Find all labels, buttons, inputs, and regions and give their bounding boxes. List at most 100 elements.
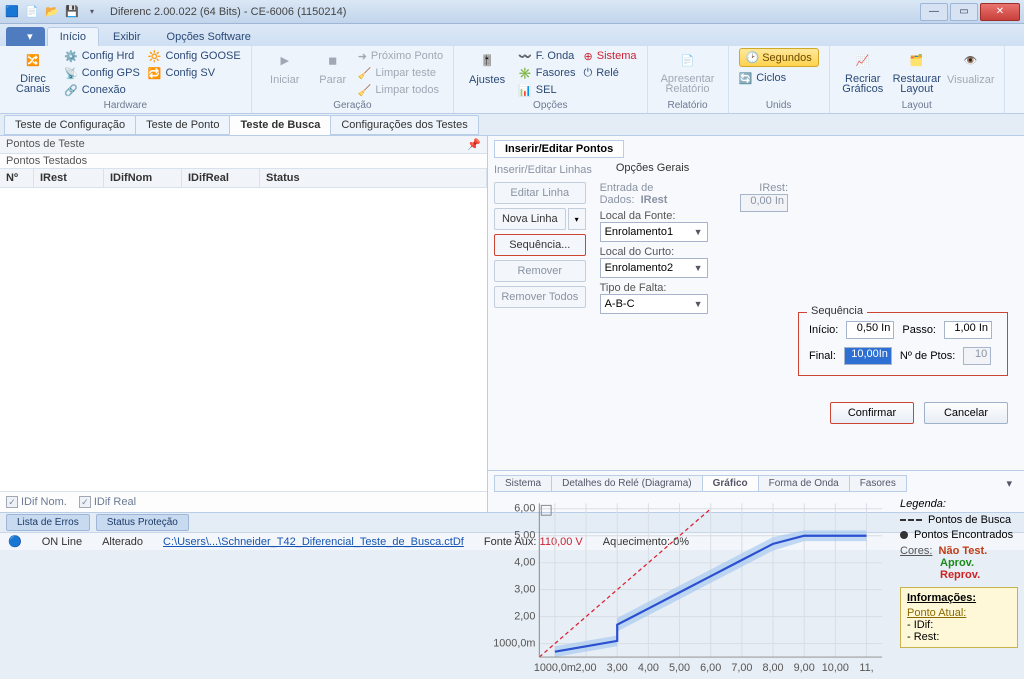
chart-refresh-icon: 📈 bbox=[851, 48, 875, 72]
chart-tab-fasores[interactable]: Fasores bbox=[849, 475, 907, 492]
final-input[interactable]: 10,00In bbox=[844, 347, 892, 365]
legend-pontos-encontrados: Pontos Encontrados bbox=[900, 529, 1018, 541]
chart-svg: 1000,0m2,003,004,005,006,001000,0m2,003,… bbox=[494, 496, 888, 676]
rele-button[interactable]: ⏻Relé bbox=[584, 65, 637, 81]
chevron-down-icon: ▼ bbox=[694, 263, 703, 273]
col-idifreal[interactable]: IDifReal bbox=[182, 169, 260, 187]
info-idif: - IDif: bbox=[907, 619, 1011, 631]
chart-tabs-more-icon[interactable]: ▾ bbox=[1000, 475, 1018, 492]
ajustes-button[interactable]: 🎚️Ajustes bbox=[464, 48, 510, 86]
col-idifnom[interactable]: IDifNom bbox=[104, 169, 182, 187]
direc-canais-button[interactable]: 🔀Direc Canais bbox=[10, 48, 56, 94]
legend-pontos-busca: Pontos de Busca bbox=[900, 514, 1018, 526]
entrada-dados-value: IRest bbox=[641, 194, 668, 206]
svg-text:6,00: 6,00 bbox=[700, 662, 721, 674]
local-curto-select[interactable]: Enrolamento2▼ bbox=[600, 258, 708, 278]
minimize-button[interactable]: — bbox=[920, 3, 948, 21]
svg-text:3,00: 3,00 bbox=[514, 584, 535, 596]
group-geracao-label: Geração bbox=[262, 100, 443, 113]
sistema-button[interactable]: ⊕Sistema bbox=[584, 48, 637, 64]
bottom-tab-erros[interactable]: Lista de Erros bbox=[6, 514, 90, 531]
sel-button[interactable]: 📊SEL bbox=[518, 82, 575, 98]
bottom-tab-protecao[interactable]: Status Proteção bbox=[96, 514, 189, 531]
fasores-button[interactable]: ✳️Fasores bbox=[518, 65, 575, 81]
tab-inicio[interactable]: Início bbox=[47, 27, 99, 46]
subtab-config-testes[interactable]: Configurações dos Testes bbox=[330, 115, 478, 135]
next-icon: ➜ bbox=[358, 50, 367, 63]
status-alterado: Alterado bbox=[102, 536, 143, 548]
broom-all-icon: 🧹 bbox=[358, 84, 372, 97]
group-hardware-label: Hardware bbox=[10, 100, 241, 113]
passo-input[interactable]: 1,00 In bbox=[944, 321, 992, 339]
window-title: Diferenc 2.00.022 (64 Bits) - CE-6006 (1… bbox=[100, 6, 918, 18]
tipo-falta-select[interactable]: A-B-C▼ bbox=[600, 294, 708, 314]
info-box: Informações: Ponto Atual: - IDif: - Rest… bbox=[900, 587, 1018, 648]
subtab-configuracao[interactable]: Teste de Configuração bbox=[4, 115, 136, 135]
chart-area[interactable]: 1000,0m2,003,004,005,006,001000,0m2,003,… bbox=[488, 492, 894, 678]
iniciar-button[interactable]: ▶Iniciar bbox=[262, 48, 308, 86]
pin-icon[interactable]: 📌 bbox=[467, 138, 481, 151]
cancelar-button[interactable]: Cancelar bbox=[924, 402, 1008, 424]
chart-tab-detalhes[interactable]: Detalhes do Relé (Diagrama) bbox=[551, 475, 703, 492]
svg-text:1000,0m: 1000,0m bbox=[494, 638, 535, 650]
group-unids-label: Unids bbox=[739, 100, 819, 113]
svg-text:7,00: 7,00 bbox=[731, 662, 752, 674]
restaurar-layout-button[interactable]: 🗂️Restaurar Layout bbox=[894, 48, 940, 94]
col-irest[interactable]: IRest bbox=[34, 169, 104, 187]
save-icon[interactable]: 💾 bbox=[64, 4, 80, 20]
subtab-ponto[interactable]: Teste de Ponto bbox=[135, 115, 230, 135]
tab-inserir-pontos[interactable]: Inserir/Editar Pontos bbox=[494, 140, 624, 158]
sel-icon: 📊 bbox=[518, 84, 532, 97]
col-n[interactable]: Nº bbox=[0, 169, 34, 187]
direc-canais-label: Direc Canais bbox=[10, 74, 56, 94]
chart-tab-onda[interactable]: Forma de Onda bbox=[758, 475, 850, 492]
inicio-input[interactable]: 0,50 In bbox=[846, 321, 894, 339]
fonda-button[interactable]: 〰️F. Onda bbox=[518, 48, 575, 64]
close-button[interactable]: ✕ bbox=[980, 3, 1020, 21]
local-fonte-select[interactable]: Enrolamento1▼ bbox=[600, 222, 708, 242]
chart-tab-sistema[interactable]: Sistema bbox=[494, 475, 552, 492]
recriar-graficos-button[interactable]: 📈Recriar Gráficos bbox=[840, 48, 886, 94]
limpar-teste-button: 🧹Limpar teste bbox=[358, 65, 443, 81]
maximize-button[interactable]: ▭ bbox=[950, 3, 978, 21]
tab-exibir[interactable]: Exibir bbox=[101, 28, 153, 46]
svg-text:5,00: 5,00 bbox=[514, 530, 535, 542]
confirmar-button[interactable]: Confirmar bbox=[830, 402, 914, 424]
sequencia-button[interactable]: Sequência... bbox=[494, 234, 586, 256]
config-hrd-button[interactable]: ⚙️Config Hrd bbox=[64, 48, 140, 64]
config-sv-button[interactable]: 🔁Config SV bbox=[148, 65, 241, 81]
passo-label: Passo: bbox=[902, 324, 936, 336]
config-gps-button[interactable]: 📡Config GPS bbox=[64, 65, 140, 81]
chart-tab-grafico[interactable]: Gráfico bbox=[702, 475, 759, 492]
segundos-button[interactable]: 🕑Segundos bbox=[739, 48, 819, 67]
limpar-todos-button: 🧹Limpar todos bbox=[358, 82, 443, 98]
group-layout-label: Layout bbox=[840, 100, 994, 113]
visualizar-button[interactable]: 👁️Visualizar bbox=[948, 48, 994, 86]
app-icon: 🟦 bbox=[4, 4, 20, 20]
config-goose-button[interactable]: 🔆Config GOOSE bbox=[148, 48, 241, 64]
nova-linha-button[interactable]: Nova Linha bbox=[494, 208, 566, 230]
status-file-link[interactable]: C:\Users\...\Schneider_T42_Diferencial_T… bbox=[163, 536, 464, 548]
sequencia-groupbox: Sequência Início: 0,50 In Passo: 1,00 In… bbox=[798, 312, 1008, 376]
tipo-falta-label: Tipo de Falta: bbox=[600, 282, 708, 294]
info-rest: - Rest: bbox=[907, 631, 1011, 643]
conexao-button[interactable]: 🔗Conexão bbox=[64, 82, 140, 98]
open-icon[interactable]: 📂 bbox=[44, 4, 60, 20]
ciclos-button[interactable]: 🔄Ciclos bbox=[739, 70, 819, 86]
col-status[interactable]: Status bbox=[260, 169, 487, 187]
chevron-down-icon: ▾ bbox=[575, 215, 579, 224]
irest-value: 0,00 In bbox=[740, 194, 788, 212]
eye-icon: 👁️ bbox=[959, 48, 983, 72]
subtab-busca[interactable]: Teste de Busca bbox=[229, 115, 331, 135]
svg-text:2,00: 2,00 bbox=[576, 662, 597, 674]
nova-linha-dropdown[interactable]: ▾ bbox=[568, 208, 586, 230]
file-tab[interactable]: ▾ bbox=[6, 27, 45, 46]
sv-icon: 🔁 bbox=[148, 67, 162, 80]
qat-dropdown-icon[interactable]: ▾ bbox=[84, 4, 100, 20]
svg-text:4,00: 4,00 bbox=[638, 662, 659, 674]
chevron-down-icon: ▼ bbox=[694, 227, 703, 237]
nptos-input: 10 bbox=[963, 347, 991, 365]
info-title: Informações: bbox=[907, 592, 1011, 604]
new-icon[interactable]: 📄 bbox=[24, 4, 40, 20]
tab-opcoes-software[interactable]: Opções Software bbox=[155, 28, 263, 46]
